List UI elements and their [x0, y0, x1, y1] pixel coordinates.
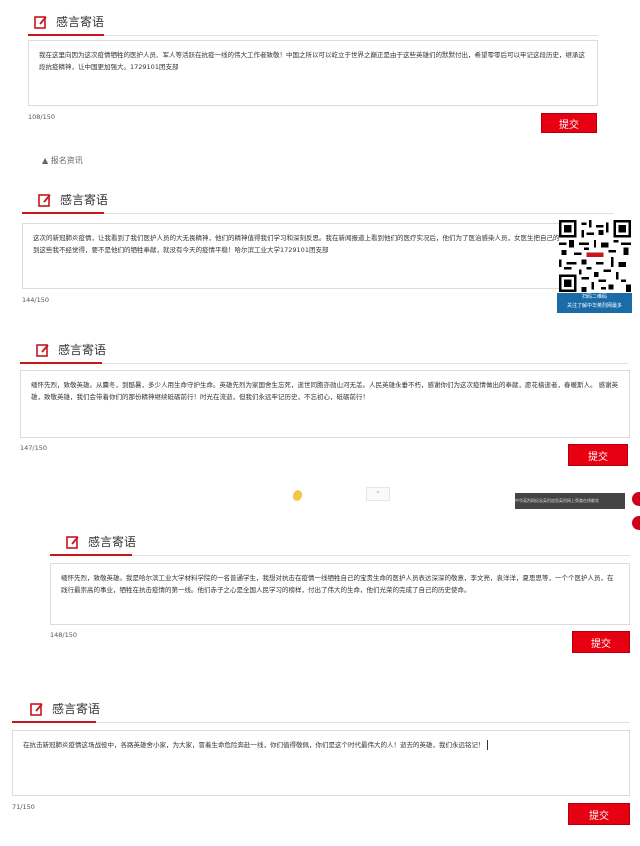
submit-button[interactable]: 提交 — [541, 113, 597, 133]
header-divider — [104, 213, 614, 214]
qr-caption-line2: 关注了解中华英烈网最多 — [566, 303, 622, 309]
title-underline — [50, 554, 132, 556]
qr-caption-line1: 扫码二维码 — [581, 294, 607, 300]
panel-title: 感言寄语 — [58, 343, 107, 357]
edit-icon — [34, 14, 48, 29]
char-count: 71/150 — [12, 803, 35, 811]
message-textarea[interactable]: 在抗击新冠肺炎疫情这场战役中，各路英雄舍小家，为大家，冒着生命危险奔赴一线，你们… — [12, 730, 630, 796]
message-textarea[interactable]: 这次的新冠肺炎疫情，让我看到了我们医护人员的大无畏精神，他们的精神值得我们学习和… — [22, 223, 612, 289]
title-underline — [20, 362, 102, 364]
panel-title: 感言寄语 — [56, 15, 105, 29]
message-panel-2: 感言寄语 这次的新冠肺炎疫情，让我看到了我们医护人员的大无畏精神，他们的精神值得… — [22, 188, 618, 313]
char-count: 108/150 — [28, 113, 56, 121]
char-count: 144/150 — [22, 296, 50, 304]
submit-button[interactable]: 提交 — [572, 631, 630, 653]
message-panel-4: 感言寄语 缅怀先烈，致敬英雄。我是哈尔滨工业大学材料学院的一名普通学生，我想对抗… — [50, 530, 632, 656]
side-tab-top[interactable] — [632, 492, 640, 506]
edit-icon — [36, 342, 50, 357]
panel-title: 感言寄语 — [52, 702, 101, 716]
message-panel-5: 感言寄语 在抗击新冠肺炎疫情这场战役中，各路英雄舍小家，为大家，冒着生命危险奔赴… — [12, 697, 634, 827]
char-count: 148/150 — [50, 631, 78, 639]
char-count: 147/150 — [20, 444, 48, 452]
message-text: 在抗击新冠肺炎疫情这场战役中，各路英雄舍小家，为大家，冒着生命危险奔赴一线，你们… — [23, 741, 485, 749]
qr-code-icon — [559, 220, 631, 292]
header-divider — [132, 555, 630, 556]
submit-button[interactable]: 提交 — [568, 444, 628, 466]
title-underline — [22, 212, 104, 214]
edit-icon — [30, 701, 44, 716]
section-fragment: ▲ 报名资讯 — [42, 156, 83, 165]
back-to-top-button[interactable]: ⌃ — [366, 487, 390, 501]
submit-button[interactable]: 提交 — [568, 803, 630, 825]
header-divider — [102, 363, 628, 364]
side-tab-bottom[interactable] — [632, 516, 640, 530]
edit-icon — [66, 534, 80, 549]
message-textarea[interactable]: 我在这里向因为这次疫情牺牲的医护人员、军人等活跃在抗疫一线的伟大工作者致敬！中国… — [28, 40, 598, 106]
message-panel-1: 感言寄语 我在这里向因为这次疫情牺牲的医护人员、军人等活跃在抗疫一线的伟大工作者… — [28, 10, 604, 135]
header-divider — [96, 722, 630, 723]
qr-caption: 扫码二维码 关注了解中华英烈网最多 — [557, 293, 632, 313]
title-underline — [12, 721, 96, 723]
news-banner[interactable]: 中华英烈网纪念英烈追思英烈网上祭奠在线献花 — [515, 493, 625, 509]
panel-title: 感言寄语 — [60, 193, 109, 207]
text-caret — [486, 740, 488, 750]
panel-title: 感言寄语 — [88, 535, 137, 549]
message-textarea[interactable]: 缅怀先烈，致敬英雄。从麋冬，到酷暑，多少人用生命守护生命。英雄先烈为家国舍生忘死… — [20, 370, 630, 438]
qr-code-widget[interactable]: 扫码二维码 关注了解中华英烈网最多 — [557, 220, 632, 313]
loading-indicator — [291, 488, 304, 503]
message-panel-3: 感言寄语 缅怀先烈，致敬英雄。从麋冬，到酷暑，多少人用生命守护生命。英雄先烈为家… — [20, 338, 630, 468]
edit-icon — [38, 192, 52, 207]
message-textarea[interactable]: 缅怀先烈，致敬英雄。我是哈尔滨工业大学材料学院的一名普通学生，我想对抗击在疫情一… — [50, 563, 630, 625]
header-divider — [104, 35, 598, 36]
title-underline — [28, 34, 104, 36]
